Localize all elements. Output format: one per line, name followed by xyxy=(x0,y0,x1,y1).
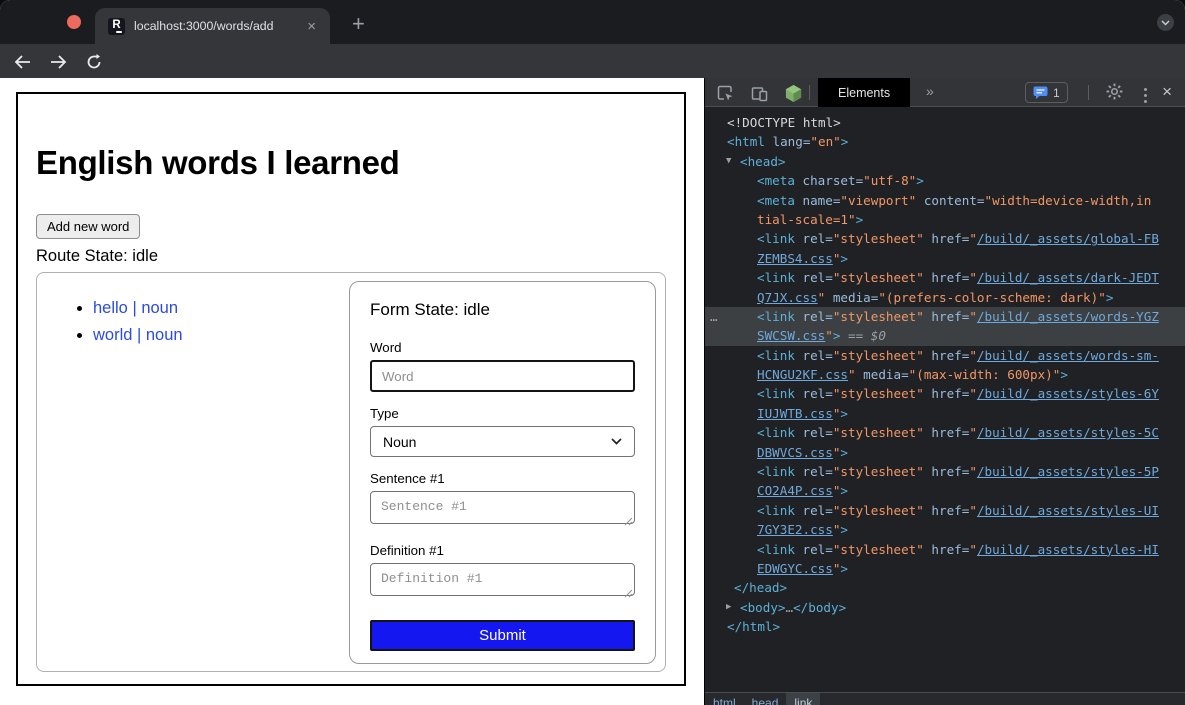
tab-search-button[interactable] xyxy=(1157,14,1174,31)
word-link[interactable]: hello | noun xyxy=(93,299,178,317)
traffic-close-button[interactable] xyxy=(67,15,81,29)
code-line[interactable]: <meta charset="utf-8"> xyxy=(705,171,1185,190)
code-line[interactable]: <link rel="stylesheet" href="/build/_ass… xyxy=(705,268,1185,287)
forward-button[interactable] xyxy=(47,51,69,73)
code-line[interactable]: tial-scale=1"> xyxy=(705,210,1185,229)
code-line[interactable]: <link rel="stylesheet" href="/build/_ass… xyxy=(705,462,1185,481)
word-link[interactable]: world | noun xyxy=(93,326,183,344)
device-toolbar-icon[interactable] xyxy=(749,83,769,103)
code-line[interactable]: <link rel="stylesheet" href="/build/_ass… xyxy=(705,346,1185,365)
devtools-menu-button[interactable] xyxy=(1144,88,1147,103)
code-line[interactable]: ▼<head> xyxy=(705,152,1185,171)
devtools-code: <!DOCTYPE html><html lang="en">▼<head><m… xyxy=(705,107,1185,692)
page-content: English words I learned Add new word Rou… xyxy=(0,78,704,705)
tab-title: localhost:3000/words/add xyxy=(134,19,303,33)
code-line[interactable]: ▶<body>…</body> xyxy=(705,598,1185,617)
disclosure-triangle-icon[interactable]: ▶ xyxy=(726,598,731,617)
add-new-word-button[interactable]: Add new word xyxy=(36,214,140,239)
code-line[interactable]: HCNGU2KF.css" media="(max-width: 600px)"… xyxy=(705,365,1185,384)
tab-close-icon[interactable]: × xyxy=(303,17,320,36)
code-line[interactable]: ZEMBS4.css"> xyxy=(705,249,1185,268)
definition-input[interactable] xyxy=(370,563,635,596)
code-line[interactable]: <link rel="stylesheet" href="/build/_ass… xyxy=(705,229,1185,248)
type-select-value: Noun xyxy=(383,434,416,450)
remix-favicon-icon: R xyxy=(108,18,125,35)
devtools-toolbar: Elements » 1 × xyxy=(705,78,1185,107)
code-line[interactable]: <meta name="viewport" content="width=dev… xyxy=(705,191,1185,210)
page-title: English words I learned xyxy=(36,146,666,179)
devtools-breadcrumb: htmlheadlink xyxy=(705,692,1185,705)
add-word-form: Form State: idle Word Type Noun Sentence… xyxy=(349,281,656,664)
code-line[interactable]: <link rel="stylesheet" href="/build/_ass… xyxy=(705,423,1185,442)
form-state-text: Form State: idle xyxy=(370,300,635,320)
sentence-input[interactable] xyxy=(370,491,635,524)
inspect-element-icon[interactable] xyxy=(715,83,735,103)
definition-label: Definition #1 xyxy=(370,543,635,558)
node-icon[interactable] xyxy=(783,83,803,103)
more-tabs-chevron[interactable]: » xyxy=(926,83,934,99)
code-line[interactable]: EDWGYC.css"> xyxy=(705,559,1185,578)
code-line[interactable]: </head> xyxy=(705,578,1185,597)
code-line[interactable]: Q7JX.css" media="(prefers-color-scheme: … xyxy=(705,288,1185,307)
type-label: Type xyxy=(370,406,635,421)
settings-gear-icon[interactable] xyxy=(1106,83,1123,105)
issues-bubble-icon xyxy=(1033,86,1048,99)
browser-window: R localhost:3000/words/add × + localhost… xyxy=(0,0,1185,705)
route-state-text: Route State: idle xyxy=(36,247,666,266)
devtools-panel: Elements » 1 × <!DOCTYPE html><html lang… xyxy=(704,78,1185,705)
code-line[interactable]: <!DOCTYPE html> xyxy=(705,113,1185,132)
devtools-close-icon[interactable]: × xyxy=(1157,81,1177,103)
breadcrumb-item-head[interactable]: head xyxy=(744,693,787,705)
breadcrumb-item-html[interactable]: html xyxy=(705,693,744,705)
code-line[interactable]: <html lang="en"> xyxy=(705,132,1185,151)
type-select[interactable]: Noun xyxy=(370,426,635,457)
code-line[interactable]: DBWVCS.css"> xyxy=(705,443,1185,462)
issues-count: 1 xyxy=(1053,86,1060,100)
browser-toolbar: localhost:3000/words/add ☆ Incognito xyxy=(0,44,1185,78)
code-line[interactable]: <link rel="stylesheet" href="/build/_ass… xyxy=(705,501,1185,520)
app-card: English words I learned Add new word Rou… xyxy=(16,92,686,686)
line-hover-dots: … xyxy=(710,307,719,326)
code-line[interactable]: IUJWTB.css"> xyxy=(705,404,1185,423)
submit-button[interactable]: Submit xyxy=(370,620,635,651)
chevron-down-icon xyxy=(1161,20,1170,26)
reload-button[interactable] xyxy=(83,51,105,73)
word-label: Word xyxy=(370,340,635,355)
code-line[interactable]: …<link rel="stylesheet" href="/build/_as… xyxy=(705,307,1185,326)
back-button[interactable] xyxy=(11,51,33,73)
breadcrumb-item-link[interactable]: link xyxy=(786,693,820,705)
code-line[interactable]: SWCSW.css"> == $0 xyxy=(705,326,1185,345)
toolbar-divider xyxy=(1088,85,1089,100)
code-line[interactable]: </html> xyxy=(705,617,1185,636)
toolbar-divider xyxy=(809,85,810,100)
code-line[interactable]: <link rel="stylesheet" href="/build/_ass… xyxy=(705,384,1185,403)
sentence-label: Sentence #1 xyxy=(370,471,635,486)
new-tab-button[interactable]: + xyxy=(344,9,373,39)
disclosure-triangle-icon[interactable]: ▼ xyxy=(726,152,731,171)
tab-elements[interactable]: Elements xyxy=(818,78,910,107)
chevron-down-icon xyxy=(611,438,622,445)
code-line[interactable]: <link rel="stylesheet" href="/build/_ass… xyxy=(705,540,1185,559)
word-input[interactable] xyxy=(370,360,635,392)
code-line[interactable]: 7GY3E2.css"> xyxy=(705,520,1185,539)
words-panel: hello | noun world | noun Form State: idl… xyxy=(36,272,666,672)
tab-strip: R localhost:3000/words/add × + xyxy=(0,0,1185,44)
browser-tab[interactable]: R localhost:3000/words/add × xyxy=(95,8,330,44)
issues-counter[interactable]: 1 xyxy=(1025,82,1068,103)
code-line[interactable]: CO2A4P.css"> xyxy=(705,481,1185,500)
